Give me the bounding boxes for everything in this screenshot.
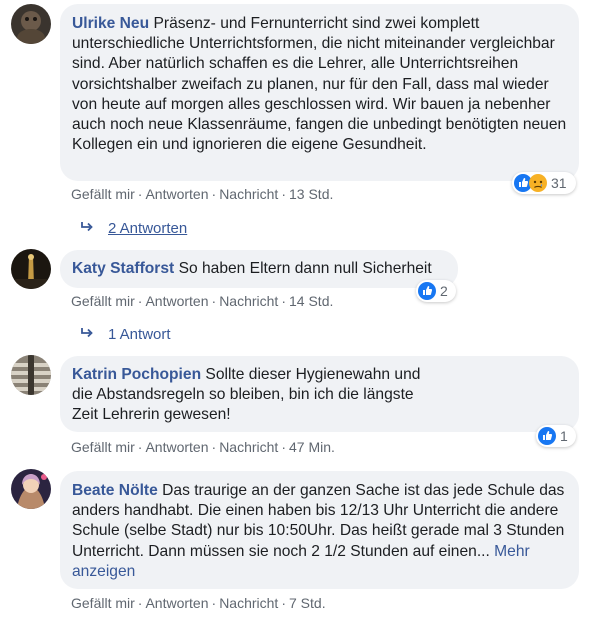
reply-link[interactable]: Antworten [145, 439, 208, 455]
timestamp[interactable]: 13 Std. [289, 186, 333, 202]
comment-author[interactable]: Beate Nölte [72, 482, 158, 499]
separator: · [211, 293, 217, 309]
separator: · [281, 293, 286, 309]
reaction-summary[interactable]: 31 [512, 172, 576, 194]
reaction-count: 2 [440, 283, 448, 299]
sad-icon [529, 174, 547, 192]
comment-author[interactable]: Katrin Pochopien [72, 366, 201, 383]
reply-link[interactable]: Antworten [145, 186, 208, 202]
separator: · [281, 439, 286, 455]
view-replies-link[interactable]: 2 Antworten [80, 220, 187, 238]
avatar[interactable] [11, 249, 51, 289]
timestamp[interactable]: 47 Min. [289, 439, 335, 455]
separator: · [211, 186, 217, 202]
separator: · [281, 186, 286, 202]
timestamp[interactable]: 14 Std. [289, 293, 333, 309]
reply-link[interactable]: Antworten [145, 595, 208, 611]
separator: · [137, 439, 143, 455]
like-icon [538, 427, 556, 445]
comment-text: So haben Eltern dann null Sicherheit [174, 260, 432, 277]
separator: · [137, 595, 143, 611]
view-replies-link[interactable]: 1 Antwort [80, 326, 171, 344]
comment-actions: Gefällt mir · Antworten · Nachricht · 47 Min. [71, 439, 335, 455]
like-icon [418, 282, 436, 300]
avatar[interactable] [11, 355, 51, 395]
reply-link[interactable]: Antworten [145, 293, 208, 309]
comment-bubble: Katy Stafforst So haben Eltern dann null… [60, 250, 458, 288]
message-link[interactable]: Nachricht [219, 439, 278, 455]
separator: · [211, 439, 217, 455]
reply-arrow-icon [80, 326, 96, 344]
comment-bubble: Katrin Pochopien Sollte dieser Hygienewa… [60, 356, 579, 432]
reaction-summary[interactable]: 1 [536, 425, 576, 447]
timestamp[interactable]: 7 Std. [289, 595, 326, 611]
message-link[interactable]: Nachricht [219, 595, 278, 611]
like-link[interactable]: Gefällt mir [71, 186, 135, 202]
reaction-summary[interactable]: 2 [416, 280, 456, 302]
comment-bubble: Beate Nölte Das traurige an der ganzen S… [60, 471, 579, 589]
like-link[interactable]: Gefällt mir [71, 439, 135, 455]
message-link[interactable]: Nachricht [219, 293, 278, 309]
replies-label[interactable]: 1 Antwort [108, 326, 171, 343]
comment-actions: Gefällt mir · Antworten · Nachricht · 13 Std. [71, 186, 333, 202]
reaction-count: 1 [560, 428, 568, 444]
comment-author[interactable]: Katy Stafforst [72, 260, 174, 277]
like-link[interactable]: Gefällt mir [71, 293, 135, 309]
comment-actions: Gefällt mir · Antworten · Nachricht · 14 Std. [71, 293, 333, 309]
separator: · [137, 186, 143, 202]
comment-text: Präsenz- und Fernunterricht sind zwei ko… [72, 15, 567, 154]
comment-bubble: Ulrike Neu Präsenz- und Fernunterricht s… [60, 4, 579, 181]
reaction-count: 31 [551, 175, 567, 191]
comment-author[interactable]: Ulrike Neu [72, 15, 149, 32]
message-link[interactable]: Nachricht [219, 186, 278, 202]
separator: · [281, 595, 286, 611]
separator: · [211, 595, 217, 611]
like-link[interactable]: Gefällt mir [71, 595, 135, 611]
avatar[interactable] [11, 469, 51, 509]
separator: · [137, 293, 143, 309]
replies-label[interactable]: 2 Antworten [108, 220, 187, 237]
comment-actions: Gefällt mir · Antworten · Nachricht · 7 Std. [71, 595, 326, 611]
reply-arrow-icon [80, 220, 96, 238]
avatar[interactable] [11, 4, 51, 44]
